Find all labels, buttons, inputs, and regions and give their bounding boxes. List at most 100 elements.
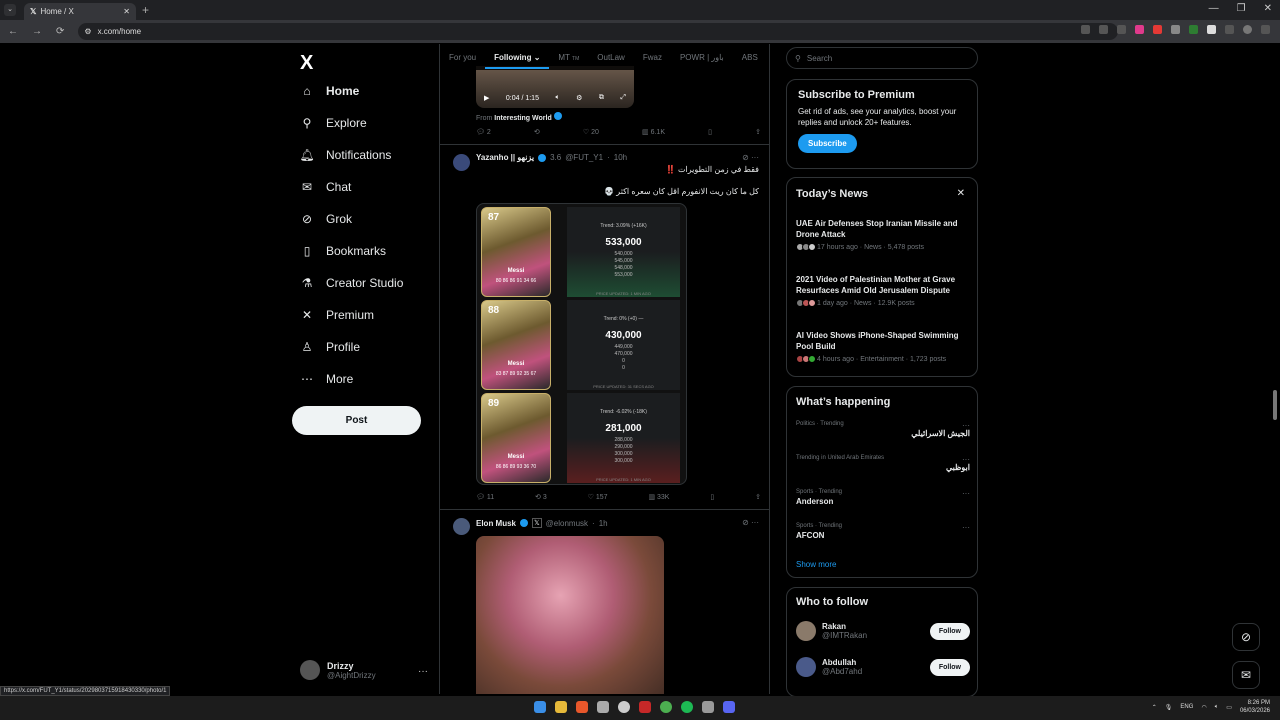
close-tab-icon[interactable]: ✕: [123, 7, 130, 16]
profile-avatar-icon[interactable]: [1243, 25, 1252, 34]
language-indicator[interactable]: ENG: [1180, 704, 1193, 710]
discord-icon[interactable]: [723, 701, 735, 713]
close-window-icon[interactable]: ✕: [1264, 3, 1272, 14]
play-icon[interactable]: ▶: [484, 94, 489, 102]
follow-button[interactable]: Follow: [929, 622, 970, 640]
zoom-icon[interactable]: [1081, 25, 1090, 34]
extension-icon[interactable]: [1207, 25, 1216, 34]
tab-for-you[interactable]: For you: [440, 53, 485, 62]
trend-item[interactable]: Trending in United Arab Emirates ابوظبي …: [796, 455, 970, 472]
nav-home[interactable]: ⌂ Home: [300, 84, 359, 98]
share-button[interactable]: ⇪: [755, 128, 761, 136]
trend-item[interactable]: Politics · Trending الجيش الاسرائيلي ···: [796, 421, 970, 438]
extension-icon[interactable]: [1135, 25, 1144, 34]
menu-icon[interactable]: [1261, 25, 1270, 34]
account-more-icon[interactable]: ···: [418, 666, 428, 677]
follow-suggestion[interactable]: Rakan @IMTRakan Follow: [796, 621, 970, 641]
follow-button[interactable]: Follow: [929, 658, 970, 676]
repost-button[interactable]: ⟲ 3: [535, 493, 547, 501]
avatar[interactable]: [453, 518, 470, 535]
subscribe-button[interactable]: Subscribe: [798, 134, 857, 153]
app-icon[interactable]: [702, 701, 714, 713]
nav-explore[interactable]: ⚲ Explore: [300, 116, 367, 130]
author-name[interactable]: Yazanho || يزنهو: [476, 153, 534, 162]
extension-icon[interactable]: [1153, 25, 1162, 34]
video-player[interactable]: ▶ 0:04 / 1:15 🔈︎ ⚙ ⧉ ⤢: [476, 66, 634, 108]
post-more-icon[interactable]: ⊘ ···: [742, 153, 759, 162]
account-switcher[interactable]: Drizzy @AightDrizzy: [300, 660, 376, 680]
back-icon[interactable]: ←: [8, 26, 18, 37]
site-info-icon[interactable]: ⚙: [84, 27, 91, 36]
nav-chat[interactable]: ✉ Chat: [300, 180, 351, 194]
nav-creator-studio[interactable]: ⚗ Creator Studio: [300, 276, 404, 290]
source-name[interactable]: Interesting World: [494, 115, 551, 122]
author-handle[interactable]: @elonmusk: [546, 519, 588, 528]
like-button[interactable]: ♡ 20: [583, 128, 599, 136]
install-icon[interactable]: [1099, 25, 1108, 34]
star-icon[interactable]: [1117, 25, 1126, 34]
tab-powr[interactable]: POWR | باور: [671, 53, 733, 62]
browser-tab[interactable]: 𝕏 Home / X ✕: [24, 3, 136, 20]
reply-button[interactable]: 💬︎ 11: [476, 493, 494, 501]
trend-item[interactable]: Sports · Trending Anderson ···: [796, 489, 970, 506]
repost-button[interactable]: ⟲: [534, 128, 540, 136]
reload-icon[interactable]: ⟳: [56, 26, 64, 37]
author-handle[interactable]: @FUT_Y1: [565, 153, 603, 162]
fullscreen-icon[interactable]: ⤢: [620, 94, 626, 102]
grok-float-button[interactable]: ⊘: [1232, 623, 1260, 651]
chevron-up-icon[interactable]: ⌃: [1152, 704, 1157, 711]
news-item[interactable]: UAE Air Defenses Stop Iranian Missile an…: [796, 218, 968, 251]
avatar[interactable]: [453, 154, 470, 171]
new-tab-button[interactable]: +: [142, 3, 149, 17]
tab-fwaz[interactable]: Fwaz: [634, 53, 671, 62]
like-button[interactable]: ♡ 157: [588, 493, 608, 501]
settings-icon[interactable]: ⚙: [576, 94, 582, 102]
views-button[interactable]: ▥ 6.1K: [642, 128, 665, 136]
volume-icon[interactable]: 🔈︎: [1215, 704, 1219, 711]
forward-icon[interactable]: →: [32, 26, 42, 37]
battery-icon[interactable]: ▭: [1226, 704, 1232, 711]
tab-mt[interactable]: MT TM: [549, 53, 588, 62]
extension-icon[interactable]: [1189, 25, 1198, 34]
maximize-icon[interactable]: ❐: [1237, 3, 1246, 14]
nav-notifications[interactable]: 🔔︎ Notifications: [299, 148, 391, 162]
nav-bookmarks[interactable]: ▯ Bookmarks: [300, 244, 386, 258]
post-time[interactable]: 1h: [599, 519, 608, 528]
show-more-link[interactable]: Show more: [796, 560, 836, 569]
trend-more-icon[interactable]: ···: [962, 489, 970, 498]
brave-icon[interactable]: [576, 701, 588, 713]
post-more-icon[interactable]: ⊘ ···: [742, 518, 759, 527]
trend-more-icon[interactable]: ···: [962, 455, 970, 464]
app-icon[interactable]: [597, 701, 609, 713]
url-field[interactable]: ⚙ x.com/home: [78, 23, 1119, 40]
share-button[interactable]: ⇪: [755, 493, 761, 501]
volume-icon[interactable]: 🔈︎: [555, 94, 559, 102]
x-logo[interactable]: X: [300, 52, 313, 75]
post-image[interactable]: [476, 536, 664, 694]
app-icon[interactable]: [618, 701, 630, 713]
tab-abs[interactable]: ABS: [733, 53, 767, 62]
minimize-icon[interactable]: —: [1209, 3, 1219, 14]
tab-following[interactable]: Following ⌄: [485, 46, 550, 69]
tab-outlaw[interactable]: OutLaw: [588, 53, 634, 62]
app-icon[interactable]: [639, 701, 651, 713]
file-explorer-icon[interactable]: [555, 701, 567, 713]
nav-premium[interactable]: ✕ Premium: [300, 308, 374, 322]
extension-icon[interactable]: [1225, 25, 1234, 34]
views-button[interactable]: ▥ 33K: [648, 493, 669, 501]
pip-icon[interactable]: ⧉: [599, 94, 604, 102]
tab-search-icon[interactable]: ⌄: [4, 4, 16, 16]
reply-button[interactable]: 💬︎ 2: [476, 128, 491, 136]
post-image[interactable]: 87 Messi 80 86 86 91 34 66 Trend: 3.09% …: [476, 203, 687, 485]
bookmark-button[interactable]: ▯: [708, 128, 712, 136]
search-input[interactable]: ⚲ Search: [786, 47, 978, 69]
mic-icon[interactable]: 🎙︎: [1165, 704, 1173, 711]
windows-start-icon[interactable]: [534, 701, 546, 713]
messages-float-button[interactable]: ✉: [1232, 661, 1260, 689]
scrollbar[interactable]: [1273, 390, 1277, 420]
bookmark-button[interactable]: ▯: [710, 493, 714, 501]
nav-profile[interactable]: ♙ Profile: [300, 340, 360, 354]
trend-more-icon[interactable]: ···: [962, 523, 970, 532]
trend-item[interactable]: Sports · Trending AFCON ···: [796, 523, 970, 540]
post-time[interactable]: 10h: [614, 153, 627, 162]
